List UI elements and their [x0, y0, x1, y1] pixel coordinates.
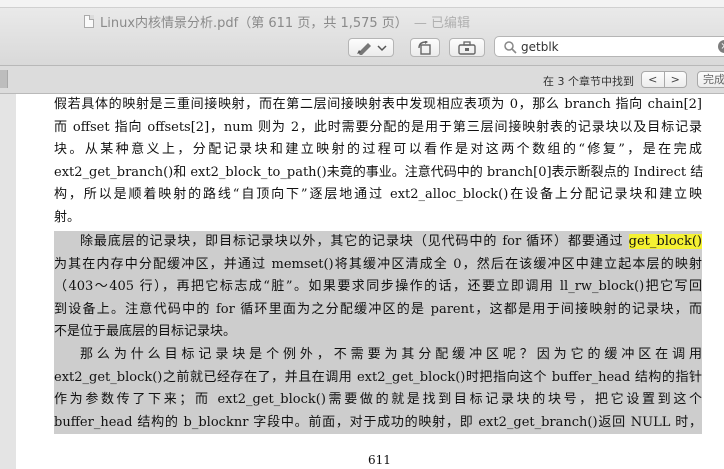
text-line: ext2_get_block()之前就已经存在了，并且在调用 ext2_get_… [54, 369, 702, 385]
text-line: 那么为什么目标记录块是个例外，不需要为其分配缓冲区呢？因为它的缓冲区在调用 [80, 347, 702, 362]
text-line: （403～405 行），再把它标志成“脏”。如果要求同步操作的话，还要立即调用 … [54, 279, 702, 294]
find-navigation: < > [641, 71, 687, 88]
pdf-page[interactable]: 假若具体的映射是三重间接映射，而在第二层间接映射表中发现相应表项为 0，那么 b… [16, 94, 724, 469]
text-segment: 除最底层的记录块，即目标记录块以外，其它的记录块（见代码中的 for 循环）都要… [80, 234, 629, 249]
text-line: 构，所以是顺着映射的路线“自顶向下”逐层地通过 ext2_alloc_block… [54, 187, 702, 202]
window-title: Linux内核情景分析.pdf（第 611 页，共 1,575 页） — 已编辑 [84, 12, 470, 31]
search-match-highlight: get_block() [628, 234, 702, 249]
search-field[interactable]: × [494, 36, 724, 57]
text-line: 射。 [54, 209, 81, 225]
rotate-icon [418, 40, 431, 55]
rotate-button[interactable] [410, 38, 440, 57]
text-line: 到设备上。注意代码中的 for 循环里面为之分配缓冲区的是 parent，这都是… [54, 301, 702, 317]
text-line: 假若具体的映射是三重间接映射，而在第二层间接映射表中发现相应表项为 0，那么 b… [54, 97, 702, 112]
document-title: Linux内核情景分析.pdf（第 611 页，共 1,575 页） [100, 15, 408, 31]
text-line: 不是位于最底层的目标记录块。 [54, 324, 237, 339]
toolbox-button[interactable] [449, 38, 485, 57]
next-match-button[interactable]: > [663, 72, 687, 87]
text-selection: 那么为什么目标记录块是个例外，不需要为其分配缓冲区呢？因为它的缓冲区在调用 ex… [54, 344, 702, 434]
paragraph-2-selected: 除最底层的记录块，即目标记录块以外，其它的记录块（见代码中的 for 循环）都要… [54, 231, 702, 344]
search-icon [504, 40, 517, 54]
text-selection: 除最底层的记录块，即目标记录块以外，其它的记录块（见代码中的 for 循环）都要… [54, 231, 702, 344]
search-input[interactable] [517, 39, 701, 54]
paragraph-3-selected: 那么为什么目标记录块是个例外，不需要为其分配缓冲区呢？因为它的缓冲区在调用 ex… [54, 344, 702, 434]
document-viewport[interactable]: 假若具体的映射是三重间接映射，而在第二层间接映射表中发现相应表项为 0，那么 b… [0, 94, 724, 469]
page-number: 611 [368, 453, 391, 467]
clear-icon[interactable]: × [718, 40, 724, 53]
text-line: ext2_get_branch()和 ext2_block_to_path()未… [54, 164, 704, 180]
menu-bar [0, 0, 724, 8]
sidebar-edge [0, 70, 8, 88]
text-line: buffer_head 结构的 b_blocknr 字段中。前面，对于成功的映射… [54, 414, 702, 430]
text-line: 而 offset 指向 offsets[2]，num 则为 2，此时需要分配的是… [54, 119, 702, 135]
done-button[interactable]: 完成 [697, 71, 724, 88]
paragraph-1: 假若具体的映射是三重间接映射，而在第二层间接映射表中发现相应表项为 0，那么 b… [54, 94, 704, 229]
text-line: 为其在内存中分配缓冲区，并通过 memset()将其缓冲区清成全 0，然后在该缓… [54, 256, 702, 272]
pdf-document-icon [84, 14, 94, 28]
text-line: 块。从某种意义上，分配记录块和建立映射的过程可以看作是对这两个数组的“修复”，是… [54, 142, 702, 157]
pen-icon [357, 42, 387, 55]
find-bar: 在 3 个章节中找到 < > 完成 [0, 66, 724, 94]
edited-label: — 已编辑 [413, 15, 470, 31]
text-line: 作为参数传了下来；而 ext2_get_block()需要做的就是找到目标记录块… [54, 392, 702, 407]
text-line: 除最底层的记录块，即目标记录块以外，其它的记录块（见代码中的 for 循环）都要… [54, 231, 702, 254]
find-results-status: 在 3 个章节中找到 [543, 75, 634, 88]
markup-button[interactable] [348, 38, 394, 57]
window-toolbar: Linux内核情景分析.pdf（第 611 页，共 1,575 页） — 已编辑… [0, 0, 724, 66]
toolbox-icon [458, 40, 476, 55]
previous-match-button[interactable]: < [642, 72, 664, 87]
